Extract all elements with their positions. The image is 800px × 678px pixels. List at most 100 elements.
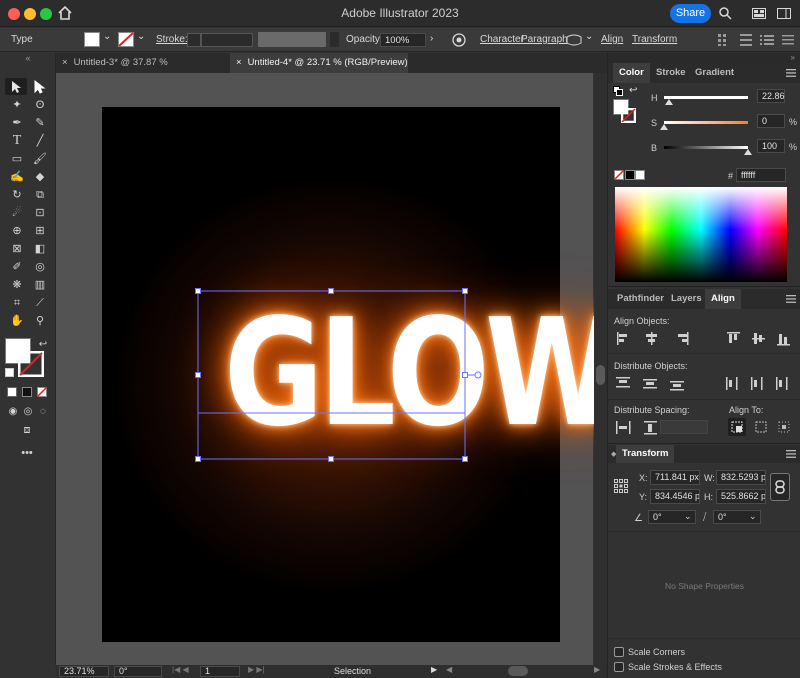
selection-tool-icon[interactable] xyxy=(9,80,23,94)
align-to-artboard-icon[interactable] xyxy=(778,421,790,433)
h-scroll-left-icon[interactable]: ◀ xyxy=(446,665,452,674)
curvature-tool-icon[interactable]: ✎ xyxy=(32,116,48,130)
zoom-level-field[interactable]: 23.71% xyxy=(59,666,109,677)
horizontal-scrollbar-thumb[interactable] xyxy=(508,666,528,676)
none-color-icon[interactable] xyxy=(614,170,624,180)
gradient-mode-icon[interactable] xyxy=(22,387,32,397)
color-panel-menu-icon[interactable] xyxy=(786,69,796,77)
variable-width-profile[interactable] xyxy=(258,32,326,47)
tab-pathfinder[interactable]: Pathfinder xyxy=(611,289,670,309)
stroke-dropdown-chevron-icon[interactable]: ⌄ xyxy=(137,31,145,42)
default-colors-small-icon[interactable] xyxy=(613,86,623,96)
rectangle-tool-icon[interactable]: ▭ xyxy=(9,152,25,166)
transform-link[interactable]: Transform xyxy=(632,34,677,45)
brush-definition-dropdown[interactable] xyxy=(330,32,339,47)
reference-point-icon[interactable] xyxy=(614,479,628,493)
tab-untitled-3[interactable]: ×Untitled-3* @ 37.87 % (RGB/Preview) xyxy=(56,53,229,88)
free-transform-tool-icon[interactable]: ⊡ xyxy=(32,206,48,220)
dock-collapse-icon[interactable]: » xyxy=(608,53,800,63)
saturation-slider[interactable] xyxy=(664,121,748,124)
search-icon[interactable] xyxy=(719,7,732,20)
vertical-scrollbar-thumb[interactable] xyxy=(596,365,605,385)
arrange-grid-icon[interactable] xyxy=(740,34,752,46)
status-menu-icon[interactable]: ▶ xyxy=(431,665,437,674)
tab-transform[interactable]: Transform xyxy=(616,445,675,463)
draw-normal-icon[interactable]: ◉ xyxy=(5,405,21,419)
rotate-tool-icon[interactable]: ↻ xyxy=(9,188,25,202)
shape-builder-tool-icon[interactable]: ⊕ xyxy=(9,224,25,238)
artboard-navigation-next-icon[interactable]: ▶ ▶| xyxy=(248,665,265,674)
stroke-swatch-none-icon[interactable] xyxy=(118,32,134,47)
panel-menu-icon[interactable] xyxy=(782,34,794,46)
zoom-tool-icon[interactable]: ⚲ xyxy=(32,314,48,328)
toolbar-collapse-icon[interactable]: « xyxy=(0,53,56,67)
stroke-none-box-icon[interactable] xyxy=(18,351,44,377)
fill-dropdown-chevron-icon[interactable]: ⌄ xyxy=(103,31,111,42)
default-colors-icon[interactable] xyxy=(5,368,14,377)
paintbrush-tool-icon[interactable]: 🖌 xyxy=(32,152,48,166)
artboard-tool-icon[interactable]: ⌗ xyxy=(9,296,25,310)
isolate-icon[interactable] xyxy=(718,34,730,46)
perspective-grid-tool-icon[interactable]: ⊞ xyxy=(32,224,48,238)
rotate-dropdown-chevron-icon[interactable]: ⌄ xyxy=(684,511,692,522)
magic-wand-tool-icon[interactable]: ✦ xyxy=(9,98,25,112)
saturation-slider-thumb[interactable] xyxy=(660,124,668,130)
vertical-scrollbar[interactable] xyxy=(594,73,607,665)
fill-swatch[interactable] xyxy=(84,32,100,47)
hex-value-input[interactable]: ffffff xyxy=(736,168,786,182)
align-to-selection-icon[interactable] xyxy=(755,421,767,433)
distort-chevron-icon[interactable]: ⌄ xyxy=(585,31,593,42)
symbol-sprayer-tool-icon[interactable]: ❋ xyxy=(9,278,25,292)
color-mode-icon[interactable] xyxy=(7,387,17,397)
y-position-input[interactable]: 834.4546 px xyxy=(650,489,700,504)
mesh-tool-icon[interactable]: ⊠ xyxy=(9,242,25,256)
type-tool-icon[interactable]: T xyxy=(9,134,25,148)
stroke-label[interactable]: Stroke: xyxy=(156,34,188,45)
swap-colors-icon[interactable]: ↩ xyxy=(629,85,637,96)
envelope-distort-icon[interactable] xyxy=(566,34,582,46)
tab-align[interactable]: Align xyxy=(705,289,741,309)
scale-tool-icon[interactable]: ⧉ xyxy=(32,188,48,202)
hue-slider-thumb[interactable] xyxy=(665,99,674,105)
saturation-value-input[interactable]: 0 xyxy=(757,114,785,128)
artboard-navigation-prev-icon[interactable]: |◀ ◀ xyxy=(172,665,189,674)
column-graph-tool-icon[interactable]: ▥ xyxy=(32,278,48,292)
warp-tool-icon[interactable]: ☄ xyxy=(9,206,25,220)
tab-untitled-4[interactable]: × Untitled-4* @ 23.71 % (RGB/Preview) xyxy=(230,53,408,73)
x-position-input[interactable]: 711.841 px xyxy=(650,470,700,485)
eyedropper-tool-icon[interactable]: ✐ xyxy=(9,260,25,274)
arrange-documents-icon[interactable] xyxy=(752,8,766,19)
brightness-value-input[interactable]: 100 xyxy=(757,139,785,153)
hand-tool-icon[interactable]: ✋ xyxy=(9,314,25,328)
brightness-slider-thumb[interactable] xyxy=(744,149,752,155)
share-button[interactable]: Share xyxy=(670,4,711,23)
none-mode-icon[interactable] xyxy=(37,387,47,397)
lasso-tool-icon[interactable]: ʘ xyxy=(32,98,48,112)
spacing-value-input[interactable] xyxy=(660,420,708,434)
rotate-view-field[interactable]: 0° xyxy=(114,666,162,677)
opacity-chevron-icon[interactable]: › xyxy=(430,33,433,44)
height-input[interactable]: 525.8662 px xyxy=(716,489,766,504)
gradient-tool-icon[interactable]: ◧ xyxy=(32,242,48,256)
pen-tool-icon[interactable]: ✒ xyxy=(9,116,25,130)
align-panel-menu-icon[interactable] xyxy=(786,295,796,303)
color-spectrum[interactable] xyxy=(615,187,787,282)
selection-bounding-box[interactable] xyxy=(190,284,490,464)
scale-strokes-effects-checkbox[interactable] xyxy=(614,662,624,672)
swap-fill-stroke-icon[interactable]: ↩ xyxy=(35,338,51,352)
tab-layers[interactable]: Layers xyxy=(665,289,708,309)
white-color-swatch[interactable] xyxy=(635,170,645,180)
close-tab-icon[interactable]: × xyxy=(62,57,68,68)
black-color-swatch[interactable] xyxy=(625,170,635,180)
brightness-slider[interactable] xyxy=(664,146,748,149)
h-scroll-right-icon[interactable]: ▶ xyxy=(594,665,600,674)
blend-tool-icon[interactable]: ◎ xyxy=(32,260,48,274)
slice-tool-icon[interactable]: ⟋ xyxy=(32,296,48,310)
stroke-weight-input[interactable] xyxy=(201,33,253,47)
tab-gradient[interactable]: Gradient xyxy=(689,63,740,83)
screen-mode-icon[interactable]: ⧈ xyxy=(17,423,37,437)
direct-selection-tool-icon[interactable] xyxy=(32,80,46,94)
paragraph-link[interactable]: Paragraph xyxy=(521,34,568,45)
workspace-icon[interactable] xyxy=(777,8,791,19)
hue-slider[interactable] xyxy=(664,96,748,99)
